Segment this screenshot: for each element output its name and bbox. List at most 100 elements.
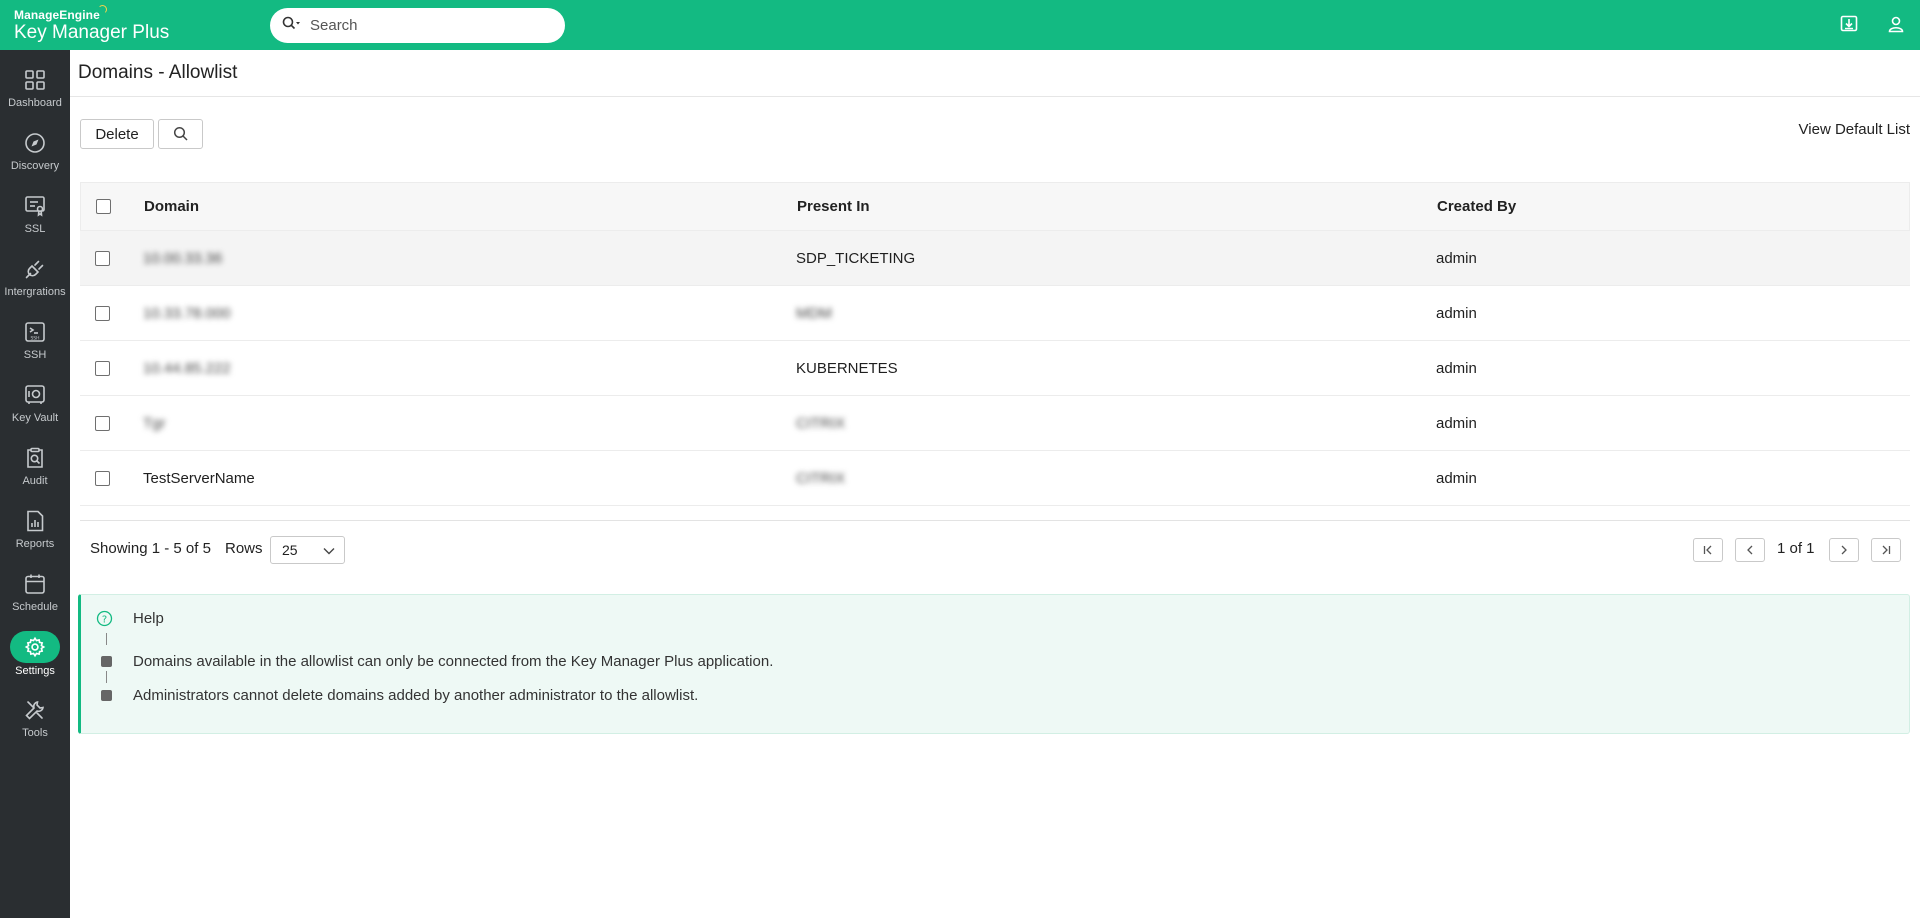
sidebar: Dashboard Discovery SSL Intergrations SS… xyxy=(0,50,70,918)
sidebar-item-label: SSL xyxy=(24,223,46,235)
row-checkbox[interactable] xyxy=(95,470,110,486)
user-icon[interactable] xyxy=(1885,13,1907,35)
sidebar-item-reports[interactable]: Reports xyxy=(0,501,70,564)
divider xyxy=(70,96,1920,97)
search-icon xyxy=(173,126,188,141)
column-header-domain[interactable]: Domain xyxy=(144,183,199,230)
rows-per-page-select[interactable]: 25 xyxy=(270,536,345,564)
sidebar-item-label: Key Vault xyxy=(11,412,59,424)
first-page-icon xyxy=(1703,545,1712,555)
created-by-cell: admin xyxy=(1436,249,1477,267)
sidebar-item-key-vault[interactable]: Key Vault xyxy=(0,375,70,438)
sidebar-item-audit[interactable]: Audit xyxy=(0,438,70,501)
vendor-name: ManageEngine xyxy=(14,5,169,22)
view-default-list-link[interactable]: View Default List xyxy=(1799,121,1910,138)
gear-icon xyxy=(10,631,60,663)
help-connector xyxy=(106,633,107,645)
next-page-button[interactable] xyxy=(1829,538,1859,562)
table-row[interactable]: 10.44.85.222 KUBERNETES admin xyxy=(80,341,1910,396)
page-title: Domains - Allowlist xyxy=(78,62,238,83)
delete-button[interactable]: Delete xyxy=(80,119,154,149)
last-page-icon xyxy=(1882,545,1891,555)
created-by-cell: admin xyxy=(1436,469,1477,487)
rows-per-page-value: 25 xyxy=(282,542,298,558)
chevron-left-icon xyxy=(1747,545,1753,555)
svg-text:?: ? xyxy=(102,614,107,625)
domains-table: Domain Present In Created By 10.00.33.36… xyxy=(80,182,1910,506)
domain-cell: 10.44.85.222 xyxy=(143,359,231,377)
sidebar-item-label: Audit xyxy=(22,475,48,487)
sidebar-item-discovery[interactable]: Discovery xyxy=(0,123,70,186)
chevron-right-icon xyxy=(1841,545,1847,555)
page-indicator: 1 of 1 xyxy=(1777,540,1815,557)
table-header: Domain Present In Created By xyxy=(80,182,1910,231)
column-header-present-in[interactable]: Present In xyxy=(797,183,870,230)
product-name: Key Manager Plus xyxy=(14,22,170,43)
plug-icon xyxy=(21,255,49,283)
sidebar-item-label: Intergrations xyxy=(4,286,66,298)
download-icon[interactable] xyxy=(1838,13,1860,35)
table-row[interactable]: Tgr CITRIX admin xyxy=(80,396,1910,451)
sidebar-item-label: Reports xyxy=(15,538,55,550)
reports-icon xyxy=(21,507,49,535)
created-by-cell: admin xyxy=(1436,304,1477,322)
domain-cell: TestServerName xyxy=(143,469,255,487)
compass-icon xyxy=(21,129,49,157)
sidebar-item-label: Dashboard xyxy=(8,97,62,109)
chevron-down-icon xyxy=(323,548,335,555)
present-in-cell: MDM xyxy=(796,304,832,322)
help-icon: ? xyxy=(96,610,113,627)
sidebar-item-label: Tools xyxy=(22,727,48,739)
sidebar-item-schedule[interactable]: Schedule xyxy=(0,564,70,627)
ssh-icon: SSH xyxy=(21,318,49,346)
table-row[interactable]: 10.00.33.36 SDP_TICKETING admin xyxy=(80,231,1910,286)
domain-cell: 10.33.78.000 xyxy=(143,304,231,322)
table-row[interactable]: TestServerName CITRIX admin xyxy=(80,451,1910,506)
calendar-icon xyxy=(21,570,49,598)
sidebar-item-dashboard[interactable]: Dashboard xyxy=(0,60,70,123)
last-page-button[interactable] xyxy=(1871,538,1901,562)
search-input[interactable] xyxy=(310,17,530,34)
row-checkbox[interactable] xyxy=(95,360,110,376)
present-in-cell: SDP_TICKETING xyxy=(796,249,916,267)
app-logo[interactable]: ManageEngine Key Manager Plus xyxy=(14,5,170,44)
domain-cell: Tgr xyxy=(143,414,166,432)
search-icon[interactable] xyxy=(282,16,302,35)
vault-icon xyxy=(21,381,49,409)
top-bar: ManageEngine Key Manager Plus xyxy=(0,0,1920,50)
sidebar-item-tools[interactable]: Tools xyxy=(0,690,70,753)
sidebar-item-ssh[interactable]: SSH SSH xyxy=(0,312,70,375)
help-text: Administrators cannot delete domains add… xyxy=(133,687,699,704)
help-bullet xyxy=(101,656,112,667)
row-checkbox[interactable] xyxy=(95,415,110,431)
table-search-button[interactable] xyxy=(158,119,203,149)
created-by-cell: admin xyxy=(1436,414,1477,432)
showing-count: Showing 1 - 5 of 5 xyxy=(90,540,211,557)
sidebar-item-label: Discovery xyxy=(10,160,60,172)
tools-icon xyxy=(21,696,49,724)
present-in-cell: CITRIX xyxy=(796,414,846,432)
column-header-created-by[interactable]: Created By xyxy=(1437,183,1516,230)
global-search[interactable] xyxy=(270,8,565,43)
sidebar-item-ssl[interactable]: SSL xyxy=(0,186,70,249)
row-checkbox[interactable] xyxy=(95,305,110,321)
present-in-cell: CITRIX xyxy=(796,469,846,487)
sidebar-item-label: Settings xyxy=(15,665,55,677)
domain-cell: 10.00.33.36 xyxy=(143,249,223,267)
present-in-cell: KUBERNETES xyxy=(796,359,898,377)
first-page-button[interactable] xyxy=(1693,538,1723,562)
previous-page-button[interactable] xyxy=(1735,538,1765,562)
table-row[interactable]: 10.33.78.000 MDM admin xyxy=(80,286,1910,341)
audit-icon xyxy=(21,444,49,472)
dashboard-icon xyxy=(21,66,49,94)
help-connector xyxy=(106,671,107,683)
select-all-checkbox[interactable] xyxy=(96,199,111,214)
certificate-icon xyxy=(21,192,49,220)
row-checkbox[interactable] xyxy=(95,250,110,266)
sidebar-item-integrations[interactable]: Intergrations xyxy=(0,249,70,312)
help-bullet xyxy=(101,690,112,701)
help-title: Help xyxy=(133,610,164,627)
sidebar-item-settings[interactable]: Settings xyxy=(0,627,70,690)
svg-text:SSH: SSH xyxy=(30,336,39,342)
help-text: Domains available in the allowlist can o… xyxy=(133,653,774,670)
